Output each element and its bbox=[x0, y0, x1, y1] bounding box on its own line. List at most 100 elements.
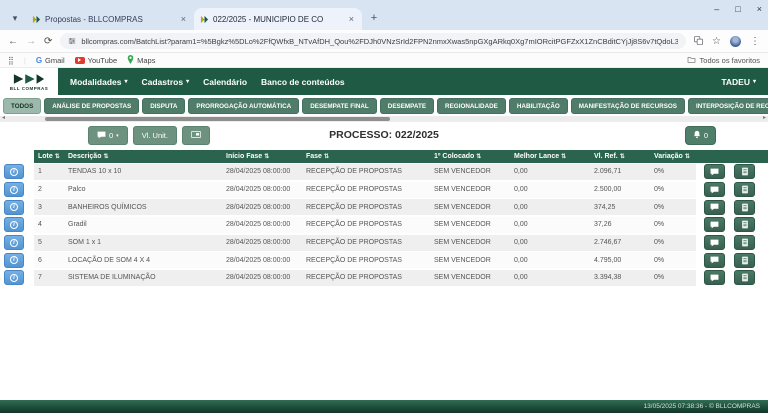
phase-tab[interactable]: INTERPOSIÇÃO DE RECURSOS bbox=[688, 98, 768, 114]
lot-chat-button[interactable] bbox=[704, 270, 725, 285]
scroll-right-icon[interactable]: ▸ bbox=[763, 115, 766, 122]
info-cell: i bbox=[0, 199, 34, 215]
lot-phase: RECEPÇÃO DE PROPOSTAS bbox=[302, 217, 430, 233]
user-menu[interactable]: TADEU ▾ bbox=[721, 77, 756, 87]
actions-cell bbox=[696, 199, 768, 215]
lot-start-date: 28/04/2025 08:00:00 bbox=[222, 199, 302, 215]
tab-close-icon[interactable]: × bbox=[347, 14, 356, 24]
column-header-inicio-fase[interactable]: Início Fase⇅ bbox=[222, 150, 302, 163]
lot-info-button[interactable]: i bbox=[4, 270, 24, 285]
notifications-button[interactable]: 0 bbox=[685, 126, 716, 145]
forward-icon[interactable]: → bbox=[26, 36, 36, 47]
bell-icon bbox=[693, 130, 701, 141]
sort-icon: ⇅ bbox=[55, 153, 60, 160]
phase-tab[interactable]: DESEMPATE bbox=[380, 98, 434, 114]
bookmark-maps[interactable]: Maps bbox=[127, 55, 155, 66]
table-row: i 7 SISTEMA DE ILUMINAÇÃO 28/04/2025 08:… bbox=[0, 269, 768, 287]
table-row: i 6 LOCAÇÃO DE SOM 4 X 4 28/04/2025 08:0… bbox=[0, 251, 768, 269]
close-button[interactable]: × bbox=[757, 4, 762, 14]
bookmark-gmail[interactable]: G Gmail bbox=[36, 56, 65, 65]
menu-item[interactable]: Cadastros ▾ bbox=[142, 77, 190, 87]
bll-logo[interactable]: BLL COMPRAS bbox=[0, 68, 58, 95]
url-text[interactable]: bllcompras.com/BatchList?param1=%5Bgkz%5… bbox=[81, 37, 678, 46]
google-g-icon: G bbox=[36, 56, 42, 65]
menu-item[interactable]: Modalidades ▾ bbox=[70, 77, 128, 87]
actions-cell bbox=[696, 270, 768, 286]
scrollbar-thumb[interactable] bbox=[45, 117, 390, 121]
phase-tab[interactable]: ANÁLISE DE PROPOSTAS bbox=[44, 98, 139, 114]
site-settings-icon[interactable] bbox=[68, 33, 76, 49]
user-name: TADEU bbox=[721, 77, 750, 87]
lot-report-button[interactable] bbox=[734, 164, 755, 179]
minimize-button[interactable]: – bbox=[714, 4, 719, 14]
phase-tab[interactable]: DISPUTA bbox=[142, 98, 185, 114]
phase-tab[interactable]: REGIONALIDADE bbox=[437, 98, 506, 114]
lot-chat-button[interactable] bbox=[704, 164, 725, 179]
kebab-menu-icon[interactable]: ⋮ bbox=[750, 36, 760, 47]
lot-chat-button[interactable] bbox=[704, 217, 725, 232]
browser-tab-propostas[interactable]: Propostas - BLLCOMPRAS × bbox=[26, 8, 194, 30]
lot-report-button[interactable] bbox=[734, 270, 755, 285]
new-tab-button[interactable]: + bbox=[366, 8, 382, 28]
phase-tab[interactable]: PRORROGAÇÃO AUTOMÁTICA bbox=[188, 98, 299, 114]
lot-info-button[interactable]: i bbox=[4, 200, 24, 215]
lot-report-button[interactable] bbox=[734, 200, 755, 215]
apps-grid-icon[interactable]: ⣿ bbox=[8, 56, 14, 65]
column-header-vl-ref[interactable]: Vl. Ref.⇅ bbox=[590, 150, 650, 163]
lot-report-button[interactable] bbox=[734, 235, 755, 250]
tab-search-chevron-icon[interactable]: ▾ bbox=[6, 8, 24, 28]
profile-avatar[interactable] bbox=[730, 36, 741, 47]
address-bar-actions: ☆ ⋮ bbox=[694, 32, 760, 50]
column-header-lote[interactable]: Lote⇅ bbox=[34, 150, 64, 163]
lot-phase: RECEPÇÃO DE PROPOSTAS bbox=[302, 270, 430, 286]
back-icon[interactable]: ← bbox=[8, 36, 18, 47]
lot-info-button[interactable]: i bbox=[4, 253, 24, 268]
bookmark-youtube[interactable]: YouTube bbox=[75, 56, 117, 65]
reload-icon[interactable]: ⟳ bbox=[44, 36, 52, 47]
phase-tab[interactable]: TODOS bbox=[3, 98, 41, 114]
lot-chat-button[interactable] bbox=[704, 235, 725, 250]
translate-icon[interactable] bbox=[694, 32, 703, 50]
maximize-button[interactable]: □ bbox=[735, 4, 740, 14]
lot-info-button[interactable]: i bbox=[4, 164, 24, 179]
lot-report-button[interactable] bbox=[734, 182, 755, 197]
scroll-left-icon[interactable]: ◂ bbox=[2, 115, 5, 122]
lot-reference-value: 37,26 bbox=[590, 217, 650, 233]
column-header-melhor-lance[interactable]: Melhor Lance⇅ bbox=[510, 150, 590, 163]
lot-first-place: SEM VENCEDOR bbox=[430, 270, 510, 286]
tab-close-icon[interactable]: × bbox=[179, 14, 188, 24]
lot-chat-button[interactable] bbox=[704, 253, 725, 268]
lot-info-button[interactable]: i bbox=[4, 235, 24, 250]
lot-best-bid: 0,00 bbox=[510, 199, 590, 215]
column-header-colocado[interactable]: 1º Colocado⇅ bbox=[430, 150, 510, 163]
lot-first-place: SEM VENCEDOR bbox=[430, 252, 510, 268]
lot-number: 5 bbox=[34, 235, 64, 251]
info-cell: i bbox=[0, 235, 34, 251]
column-header-fase[interactable]: Fase⇅ bbox=[302, 150, 430, 163]
menu-item[interactable]: Banco de conteúdos bbox=[261, 77, 345, 87]
column-header-variacao[interactable]: Variação⇅ bbox=[650, 150, 696, 163]
lot-number: 3 bbox=[34, 199, 64, 215]
info-icon: i bbox=[10, 168, 18, 176]
lot-reference-value: 3.394,38 bbox=[590, 270, 650, 286]
lot-report-button[interactable] bbox=[734, 253, 755, 268]
column-header-descricao[interactable]: Descrição⇅ bbox=[64, 150, 222, 163]
phase-tab[interactable]: DESEMPATE FINAL bbox=[302, 98, 377, 114]
bookmark-star-icon[interactable]: ☆ bbox=[712, 36, 721, 47]
menu-item-label: Banco de conteúdos bbox=[261, 77, 345, 87]
lot-info-button[interactable]: i bbox=[4, 217, 24, 232]
phase-tab[interactable]: MANIFESTAÇÃO DE RECURSOS bbox=[571, 98, 685, 114]
url-box[interactable]: bllcompras.com/BatchList?param1=%5Bgkz%5… bbox=[60, 33, 686, 49]
phase-tab[interactable]: HABILITAÇÃO bbox=[509, 98, 568, 114]
tab-title: Propostas - BLLCOMPRAS bbox=[45, 15, 175, 24]
all-bookmarks-button[interactable]: Todos os favoritos bbox=[687, 56, 760, 65]
lot-chat-button[interactable] bbox=[704, 182, 725, 197]
lot-chat-button[interactable] bbox=[704, 200, 725, 215]
lot-report-button[interactable] bbox=[734, 217, 755, 232]
address-bar: ← → ⟳ bllcompras.com/BatchList?param1=%5… bbox=[0, 30, 768, 53]
lot-phase: RECEPÇÃO DE PROPOSTAS bbox=[302, 252, 430, 268]
lot-info-button[interactable]: i bbox=[4, 182, 24, 197]
menu-item[interactable]: Calendário bbox=[203, 77, 247, 87]
bell-count: 0 bbox=[704, 131, 708, 140]
browser-tab-processo[interactable]: 022/2025 - MUNICIPIO DE CO × bbox=[194, 8, 362, 30]
